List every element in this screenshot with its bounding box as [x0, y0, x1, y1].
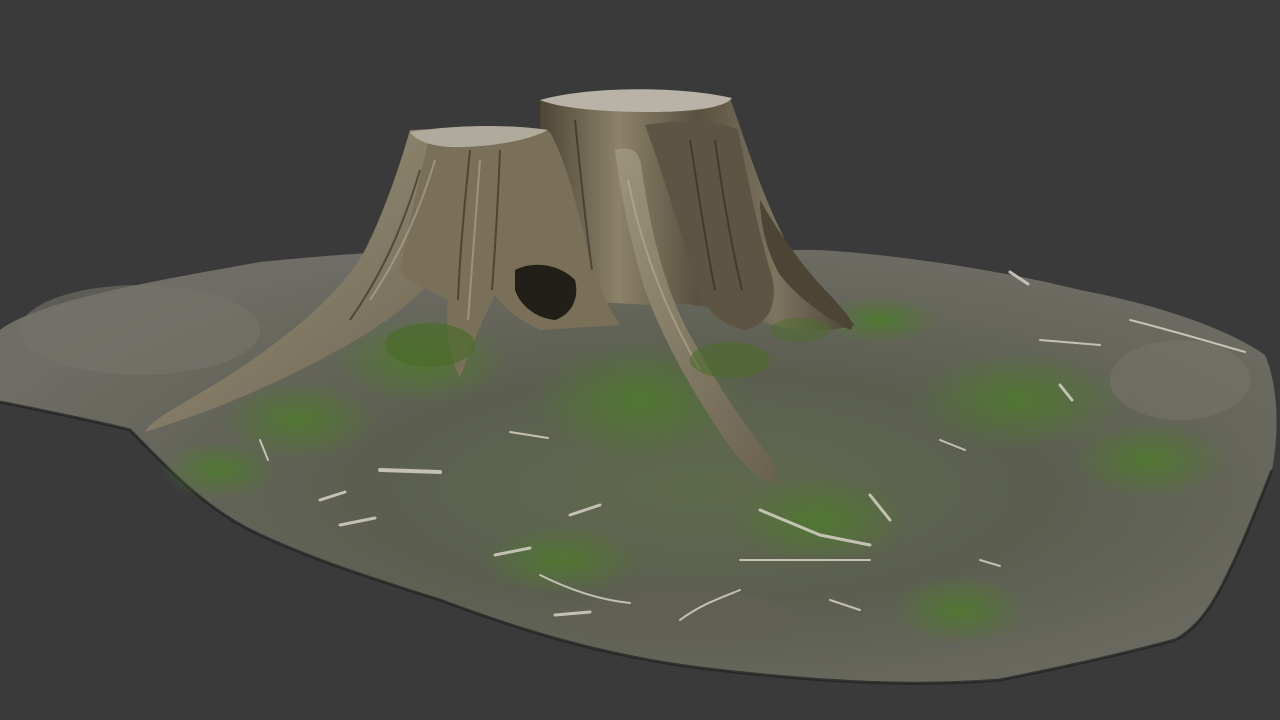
- ground-mesh: [0, 250, 1277, 685]
- scene-render: [0, 89, 1277, 685]
- 3d-viewport[interactable]: [0, 0, 1280, 720]
